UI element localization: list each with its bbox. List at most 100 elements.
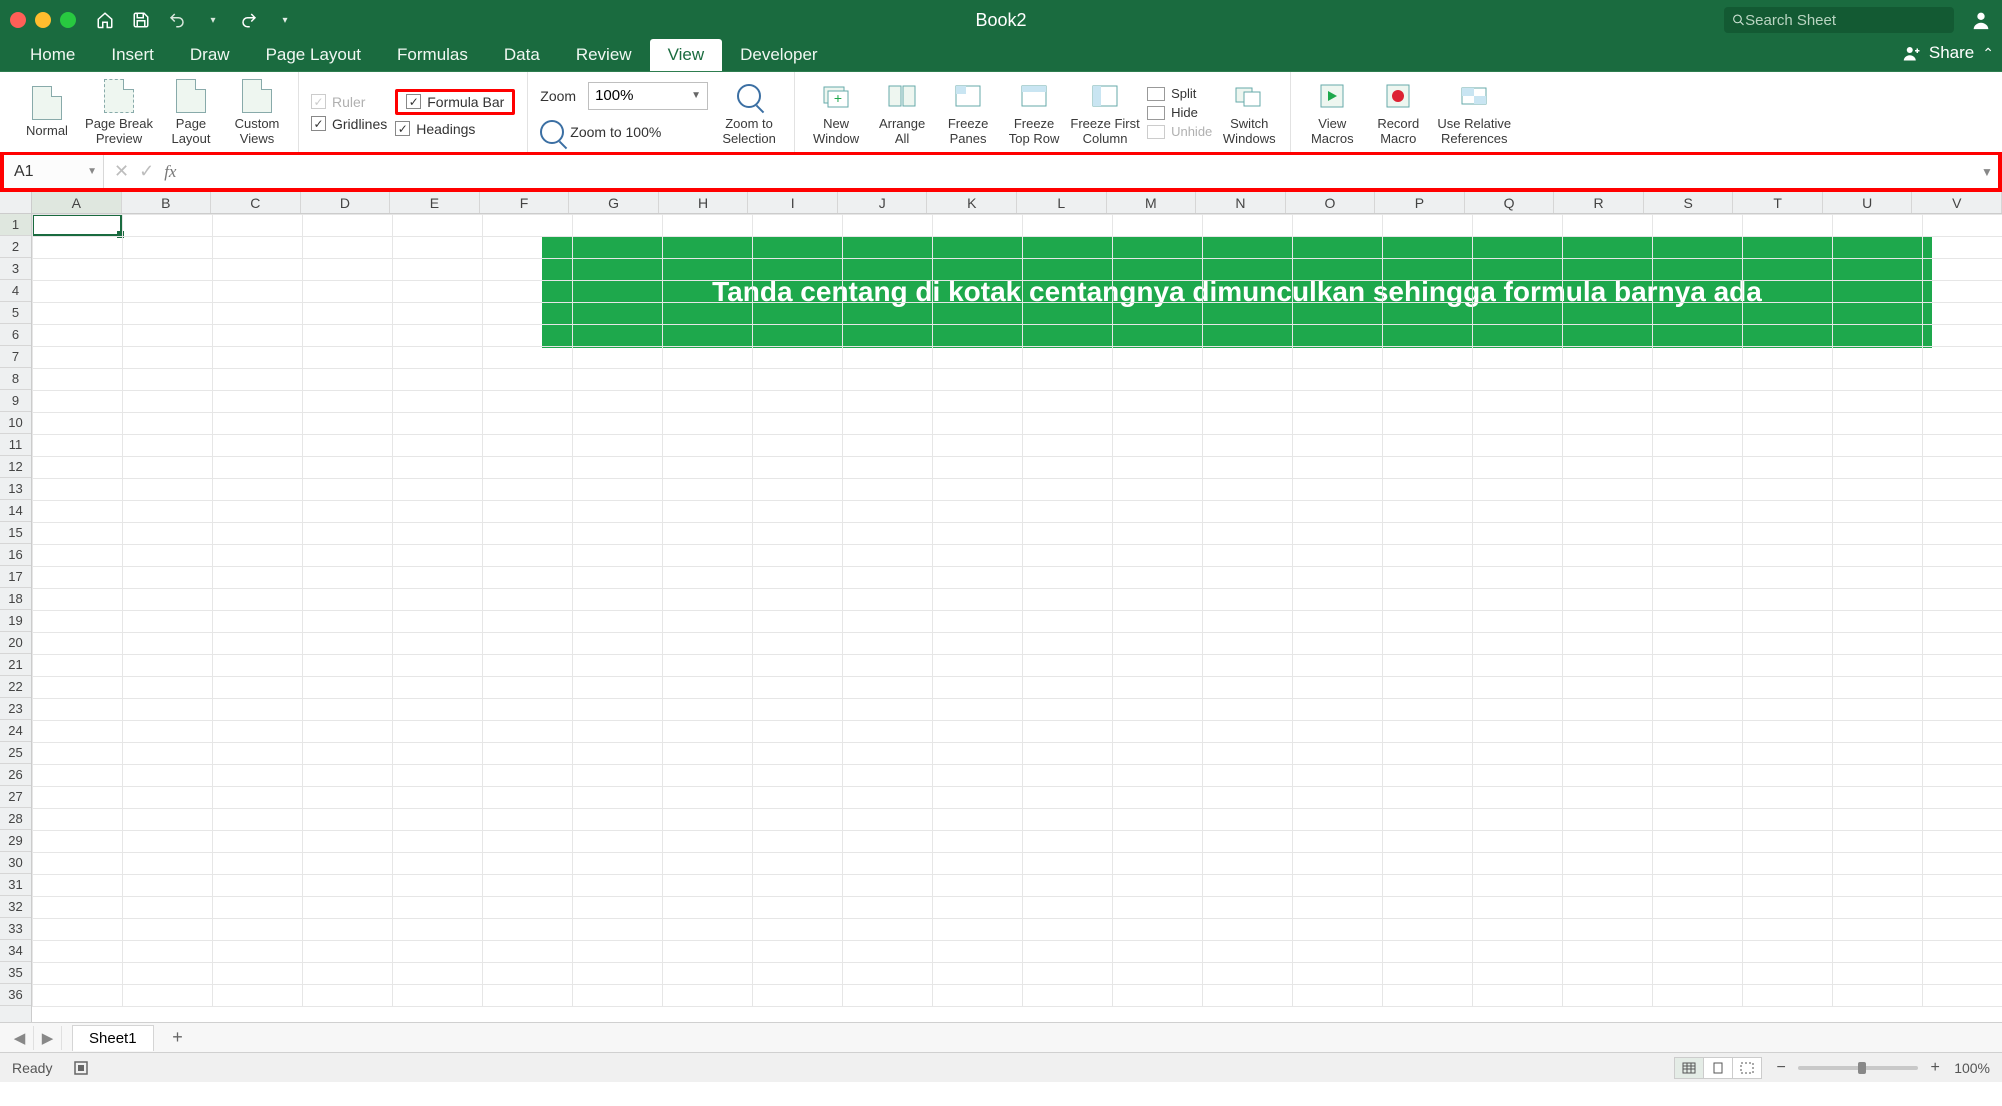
row-header-16[interactable]: 16 [0, 544, 31, 566]
freeze-top-row-button[interactable]: Freeze Top Row [1001, 75, 1067, 151]
undo-dropdown-icon[interactable]: ▾ [202, 9, 224, 31]
tab-view[interactable]: View [650, 39, 723, 72]
fx-icon[interactable]: fx [164, 162, 184, 182]
column-header-G[interactable]: G [569, 192, 659, 213]
row-header-23[interactable]: 23 [0, 698, 31, 720]
zoom-slider-track[interactable] [1798, 1066, 1918, 1070]
row-header-30[interactable]: 30 [0, 852, 31, 874]
column-header-T[interactable]: T [1733, 192, 1823, 213]
tab-draw[interactable]: Draw [172, 39, 248, 72]
arrange-all-button[interactable]: Arrange All [869, 75, 935, 151]
tab-review[interactable]: Review [558, 39, 650, 72]
page-break-status-button[interactable] [1732, 1057, 1762, 1079]
row-header-4[interactable]: 4 [0, 280, 31, 302]
column-header-P[interactable]: P [1375, 192, 1465, 213]
custom-views-button[interactable]: Custom Views [224, 75, 290, 151]
page-layout-button[interactable]: Page Layout [158, 75, 224, 151]
gridlines-checkbox[interactable]: ✓Gridlines [311, 116, 387, 132]
row-header-35[interactable]: 35 [0, 962, 31, 984]
row-header-13[interactable]: 13 [0, 478, 31, 500]
row-header-15[interactable]: 15 [0, 522, 31, 544]
share-button[interactable]: Share [1929, 43, 1974, 63]
view-macros-button[interactable]: View Macros [1299, 75, 1365, 151]
split-button[interactable]: Split [1147, 86, 1212, 101]
column-header-D[interactable]: D [301, 192, 391, 213]
user-profile-icon[interactable] [1970, 9, 1992, 31]
page-break-preview-button[interactable]: Page Break Preview [80, 75, 158, 151]
tab-formulas[interactable]: Formulas [379, 39, 486, 72]
sheet-nav-next[interactable]: ▶ [34, 1026, 62, 1050]
page-layout-status-button[interactable] [1703, 1057, 1733, 1079]
cancel-formula-icon[interactable]: ✕ [114, 161, 129, 182]
column-header-Q[interactable]: Q [1465, 192, 1555, 213]
select-all-corner[interactable] [0, 192, 32, 214]
zoom-percentage[interactable]: 100% [1954, 1060, 1990, 1076]
column-header-E[interactable]: E [390, 192, 480, 213]
row-header-36[interactable]: 36 [0, 984, 31, 1006]
row-header-22[interactable]: 22 [0, 676, 31, 698]
formula-input[interactable] [194, 155, 1976, 188]
spreadsheet-grid[interactable]: ABCDEFGHIJKLMNOPQRSTUV 12345678910111213… [0, 192, 2002, 1022]
tab-developer[interactable]: Developer [722, 39, 836, 72]
macro-record-status-icon[interactable] [72, 1059, 90, 1077]
tab-home[interactable]: Home [12, 39, 93, 72]
sheet-nav-prev[interactable]: ◀ [6, 1026, 34, 1050]
row-header-18[interactable]: 18 [0, 588, 31, 610]
row-header-28[interactable]: 28 [0, 808, 31, 830]
column-header-S[interactable]: S [1644, 192, 1734, 213]
row-header-11[interactable]: 11 [0, 434, 31, 456]
hide-button[interactable]: Hide [1147, 105, 1212, 120]
normal-view-button[interactable]: Normal [14, 75, 80, 151]
row-header-2[interactable]: 2 [0, 236, 31, 258]
minimize-window-button[interactable] [35, 12, 51, 28]
row-header-29[interactable]: 29 [0, 830, 31, 852]
enter-formula-icon[interactable]: ✓ [139, 161, 154, 182]
row-header-19[interactable]: 19 [0, 610, 31, 632]
tab-page-layout[interactable]: Page Layout [248, 39, 379, 72]
cells-area[interactable]: Tanda centang di kotak centangnya dimunc… [32, 214, 2002, 1022]
column-header-H[interactable]: H [659, 192, 749, 213]
zoom-in-button[interactable]: + [1926, 1059, 1944, 1077]
normal-view-status-button[interactable] [1674, 1057, 1704, 1079]
row-header-9[interactable]: 9 [0, 390, 31, 412]
row-header-31[interactable]: 31 [0, 874, 31, 896]
add-sheet-button[interactable]: + [164, 1026, 192, 1050]
qat-customize-icon[interactable]: ▾ [274, 9, 296, 31]
column-header-K[interactable]: K [927, 192, 1017, 213]
row-header-33[interactable]: 33 [0, 918, 31, 940]
row-header-27[interactable]: 27 [0, 786, 31, 808]
formula-bar-checkbox[interactable]: ✓Formula Bar [395, 89, 515, 115]
column-header-A[interactable]: A [32, 192, 122, 213]
row-header-24[interactable]: 24 [0, 720, 31, 742]
switch-windows-button[interactable]: Switch Windows [1216, 75, 1282, 151]
tab-data[interactable]: Data [486, 39, 558, 72]
row-header-25[interactable]: 25 [0, 742, 31, 764]
name-box[interactable]: A1▼ [4, 155, 104, 188]
tab-insert[interactable]: Insert [93, 39, 172, 72]
zoom-slider[interactable]: − + [1772, 1059, 1944, 1077]
column-header-J[interactable]: J [838, 192, 928, 213]
fullscreen-window-button[interactable] [60, 12, 76, 28]
zoom-select[interactable]: 100%▼ [588, 82, 708, 110]
column-header-B[interactable]: B [122, 192, 212, 213]
expand-formula-bar-icon[interactable]: ▼ [1976, 165, 1998, 179]
column-header-F[interactable]: F [480, 192, 570, 213]
row-header-7[interactable]: 7 [0, 346, 31, 368]
row-header-10[interactable]: 10 [0, 412, 31, 434]
row-header-26[interactable]: 26 [0, 764, 31, 786]
record-macro-button[interactable]: Record Macro [1365, 75, 1431, 151]
new-window-button[interactable]: +New Window [803, 75, 869, 151]
save-icon[interactable] [130, 9, 152, 31]
row-header-8[interactable]: 8 [0, 368, 31, 390]
column-header-O[interactable]: O [1286, 192, 1376, 213]
column-header-L[interactable]: L [1017, 192, 1107, 213]
row-header-21[interactable]: 21 [0, 654, 31, 676]
undo-icon[interactable] [166, 9, 188, 31]
search-sheet-box[interactable] [1724, 7, 1954, 33]
row-header-20[interactable]: 20 [0, 632, 31, 654]
search-input[interactable] [1745, 12, 1946, 29]
home-icon[interactable] [94, 9, 116, 31]
column-header-I[interactable]: I [748, 192, 838, 213]
zoom-to-100-button[interactable]: Zoom to 100% [540, 120, 708, 144]
headings-checkbox[interactable]: ✓Headings [395, 121, 515, 137]
